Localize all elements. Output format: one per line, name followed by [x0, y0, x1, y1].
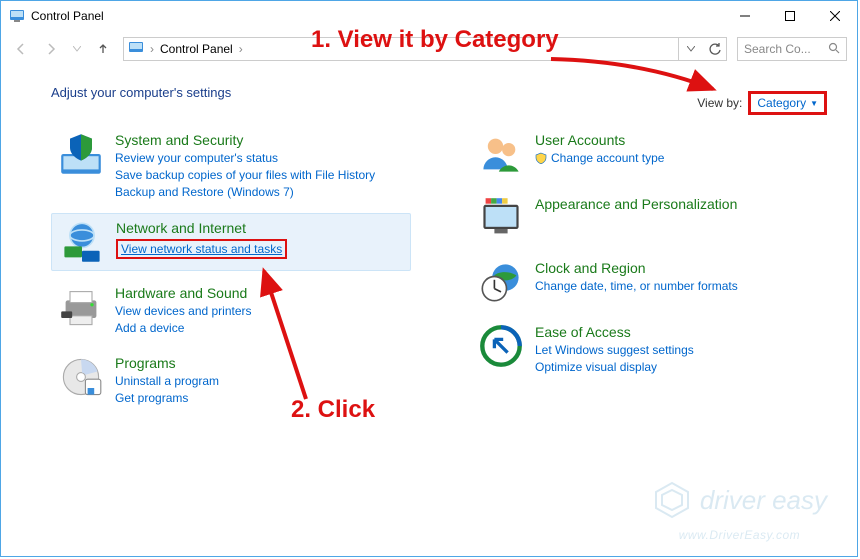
category-text: Hardware and Sound View devices and prin… [115, 285, 252, 335]
watermark-logo-icon [652, 480, 692, 520]
category-link[interactable]: Change date, time, or number formats [535, 279, 738, 293]
up-button[interactable] [93, 39, 113, 59]
nav-row: › Control Panel › Search Co... [1, 31, 857, 67]
close-button[interactable] [812, 1, 857, 30]
category-hardware-sound: Hardware and Sound View devices and prin… [51, 279, 411, 341]
category-link[interactable]: Uninstall a program [115, 374, 219, 388]
category-text: System and Security Review your computer… [115, 132, 375, 199]
category-clock-region: Clock and Region Change date, time, or n… [471, 254, 771, 310]
users-icon [479, 132, 523, 176]
monitor-colors-icon [479, 196, 523, 240]
category-text: Appearance and Personalization [535, 196, 737, 240]
control-panel-small-icon [128, 40, 144, 59]
category-title[interactable]: User Accounts [535, 132, 664, 148]
right-column: User Accounts Change account type Appear… [471, 126, 771, 411]
watermark-brand: driver easy [700, 485, 827, 516]
category-link[interactable]: Get programs [115, 391, 219, 405]
ease-access-icon [479, 324, 523, 368]
search-placeholder: Search Co... [744, 42, 811, 56]
chevron-right-icon: › [239, 42, 243, 56]
category-text: Ease of Access Let Windows suggest setti… [535, 324, 694, 374]
search-icon [828, 42, 840, 57]
maximize-button[interactable] [767, 1, 812, 30]
category-title[interactable]: System and Security [115, 132, 375, 148]
breadcrumb-root[interactable]: Control Panel [160, 42, 233, 56]
content-area: Adjust your computer's settings View by:… [1, 67, 857, 411]
chevron-right-icon: › [150, 42, 154, 56]
shield-icon [59, 132, 103, 176]
category-title[interactable]: Network and Internet [116, 220, 287, 236]
watermark-url: www.DriverEasy.com [679, 528, 800, 542]
category-grid: System and Security Review your computer… [51, 126, 827, 411]
category-link[interactable]: Let Windows suggest settings [535, 343, 694, 357]
category-ease-of-access: Ease of Access Let Windows suggest setti… [471, 318, 771, 380]
category-link[interactable]: Review your computer's status [115, 151, 375, 165]
category-title[interactable]: Hardware and Sound [115, 285, 252, 301]
minimize-button[interactable] [722, 1, 767, 30]
category-link[interactable]: Optimize visual display [535, 360, 694, 374]
category-link[interactable]: Save backup copies of your files with Fi… [115, 168, 375, 182]
category-link[interactable]: Backup and Restore (Windows 7) [115, 185, 375, 199]
window-title: Control Panel [31, 9, 104, 23]
category-title[interactable]: Programs [115, 355, 219, 371]
globe-network-icon [60, 220, 104, 264]
category-system-security: System and Security Review your computer… [51, 126, 411, 205]
uac-shield-icon [535, 152, 547, 164]
control-panel-icon [9, 8, 25, 24]
category-link[interactable]: Add a device [115, 321, 252, 335]
category-user-accounts: User Accounts Change account type [471, 126, 771, 182]
category-text: User Accounts Change account type [535, 132, 664, 176]
view-by-value: Category [757, 96, 806, 110]
category-text: Network and Internet View network status… [116, 220, 287, 264]
category-text: Programs Uninstall a program Get program… [115, 355, 219, 405]
refresh-dropdown[interactable] [679, 37, 703, 61]
back-button[interactable] [11, 39, 31, 59]
chevron-down-icon: ▼ [810, 99, 818, 108]
recent-dropdown[interactable] [71, 39, 83, 59]
category-link[interactable]: View devices and printers [115, 304, 252, 318]
forward-button[interactable] [41, 39, 61, 59]
window-controls [722, 1, 857, 30]
category-programs: Programs Uninstall a program Get program… [51, 349, 411, 411]
category-title[interactable]: Appearance and Personalization [535, 196, 737, 212]
category-text: Clock and Region Change date, time, or n… [535, 260, 738, 304]
view-by-control: View by: Category ▼ [697, 91, 827, 115]
titlebar: Control Panel [1, 1, 857, 31]
search-input[interactable]: Search Co... [737, 37, 847, 61]
watermark: driver easy www.DriverEasy.com [652, 480, 827, 542]
printer-icon [59, 285, 103, 329]
view-by-dropdown[interactable]: Category ▼ [748, 91, 827, 115]
address-bar[interactable]: › Control Panel › [123, 37, 679, 61]
disc-icon [59, 355, 103, 399]
category-appearance: Appearance and Personalization [471, 190, 771, 246]
category-title[interactable]: Ease of Access [535, 324, 694, 340]
refresh-button[interactable] [703, 37, 727, 61]
category-title[interactable]: Clock and Region [535, 260, 738, 276]
link-view-network-status[interactable]: View network status and tasks [116, 239, 287, 259]
category-network-internet: Network and Internet View network status… [51, 213, 411, 271]
clock-globe-icon [479, 260, 523, 304]
view-by-label: View by: [697, 96, 742, 110]
window: Control Panel [0, 0, 858, 557]
left-column: System and Security Review your computer… [51, 126, 411, 411]
category-link[interactable]: Change account type [535, 151, 664, 165]
